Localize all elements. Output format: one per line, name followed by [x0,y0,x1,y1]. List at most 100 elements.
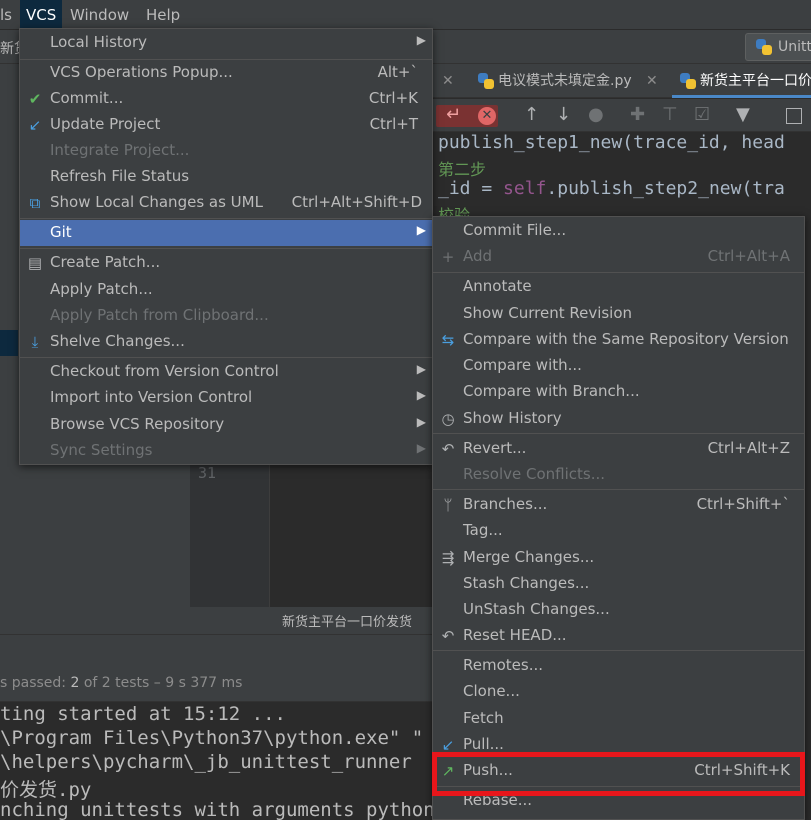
menu-item-show-current-revision[interactable]: Show Current Revision [433,301,804,327]
menu-item-stash-changes[interactable]: Stash Changes... [433,571,804,597]
menu-item-sync-settings[interactable]: Sync Settings ▶ [20,438,432,464]
uml-diagram-icon: ⧉ [29,194,41,212]
code-line: publish_step1_new(trace_id, head [438,132,785,153]
checkbox-icon[interactable] [786,108,802,124]
menu-item-unstash-changes[interactable]: UnStash Changes... [433,597,804,623]
python-file-icon [680,73,696,89]
menu-item-tag[interactable]: Tag... [433,518,804,544]
run-config-selector[interactable]: Unitt [745,33,811,61]
checklist-icon[interactable]: ☑ [694,103,710,127]
lock-icon[interactable]: ● [588,103,604,127]
menu-item-add[interactable]: + Add Ctrl+Alt+A [433,244,804,270]
menubar-item-vcs[interactable]: VCS [20,0,63,30]
run-tool-header [0,634,432,666]
console-line: 价发货.py [0,779,92,801]
submenu-arrow-icon: ▶ [416,415,426,429]
arrow-up-icon[interactable]: ↑ [524,103,539,127]
close-icon[interactable]: ✕ [442,64,454,98]
menu-item-commit-file[interactable]: Commit File... [433,218,804,244]
git-submenu: Commit File... + Add Ctrl+Alt+A Annotate S… [432,216,805,820]
menu-item-fetch[interactable]: Fetch [433,706,804,732]
update-arrow-icon: ↙ [28,116,42,134]
menu-item-show-local-changes-uml[interactable]: ⧉ Show Local Changes as UML Ctrl+Alt+Shift… [20,190,432,216]
code-comment: 第二步 [438,160,487,179]
test-status-text: s passed: 2 of 2 tests – 9 s 377 ms [0,675,243,691]
menu-item-annotate[interactable]: Annotate [433,274,804,300]
menu-item-apply-patch[interactable]: Apply Patch... [20,277,432,303]
submenu-arrow-icon: ▶ [416,388,426,402]
submenu-arrow-icon: ▶ [416,441,426,455]
menu-item-browse-vcs-repository[interactable]: Browse VCS Repository ▶ [20,412,432,438]
tab-file-1[interactable]: 电议模式未填定金.py [498,64,632,98]
submenu-arrow-icon: ▶ [416,33,426,47]
console-line: \helpers\pycharm\_jb_unittest_runner [0,751,412,773]
undo-icon[interactable]: ↵ [446,103,461,127]
shelve-icon: ⤓ [31,333,39,351]
close-icon[interactable]: ✕ [646,64,658,98]
editor-bottom-tab[interactable]: 新货主平台一口价发货 [190,607,432,634]
test-status-bar: s passed: 2 of 2 tests – 9 s 377 ms [0,666,432,702]
console-line: \Program Files\Python37\python.exe" " [0,727,424,749]
menu-item-update-project[interactable]: ↙ Update Project Ctrl+T [20,112,432,138]
menu-item-resolve-conflicts[interactable]: Resolve Conflicts... [433,462,804,488]
menu-item-local-history[interactable]: Local History ▶ [20,30,432,56]
menu-item-merge-changes[interactable]: ⇶ Merge Changes... [433,545,804,571]
submenu-arrow-icon: ▶ [416,362,426,376]
menu-item-refresh-file-status[interactable]: Refresh File Status [20,164,432,190]
reset-icon: ↶ [441,627,455,645]
editor-edge [805,222,811,820]
editor-tabs: ✕ 电议模式未填定金.py ✕ 新货主平台一口价 [432,64,811,98]
menubar-item-window[interactable]: Window [64,0,135,30]
filter-icon[interactable]: ▼ [736,103,750,127]
arrow-down-icon[interactable]: ↓ [556,103,571,127]
menu-item-checkout-from-vc[interactable]: Checkout from Version Control ▶ [20,359,432,385]
menu-item-import-into-vc[interactable]: Import into Version Control ▶ [20,385,432,411]
active-tab-indicator [672,95,811,98]
python-icon [756,39,772,55]
menu-item-branches[interactable]: ᛘ Branches... Ctrl+Shift+` [433,492,804,518]
menu-item-git[interactable]: Git ▶ [20,220,432,246]
code-line: _id = self.publish_step2_new(tra [438,178,785,199]
submenu-arrow-icon: ▶ [416,223,426,237]
code-editor[interactable]: publish_step1_new(trace_id, head 第二步 _id… [432,132,811,225]
editor-gutter: 31 [190,462,270,607]
check-icon: ✔ [28,90,42,108]
project-panel [0,462,190,634]
vcs-menu: Local History ▶ VCS Operations Popup... Al… [19,28,433,465]
menubar-item-tools[interactable]: ls [0,0,18,30]
menu-item-create-patch[interactable]: ▤ Create Patch... [20,250,432,276]
branch-icon: ᛘ [443,496,453,514]
menu-bar: ls VCS Window Help [0,0,811,30]
menu-item-clone[interactable]: Clone... [433,679,804,705]
menu-item-compare-with[interactable]: Compare with... [433,353,804,379]
run-console[interactable]: ting started at 15:12 ... \Program Files… [0,702,435,820]
push-highlight-box [432,752,805,796]
menu-item-compare-with-branch[interactable]: Compare with Branch... [433,379,804,405]
close-circle-icon[interactable]: ✕ [478,107,496,125]
editor-body[interactable] [270,462,432,607]
revert-icon: ↶ [441,440,455,458]
menu-item-shelve-changes[interactable]: ⤓ Shelve Changes... [20,329,432,355]
menu-item-commit[interactable]: ✔ Commit... Ctrl+K [20,86,432,112]
tree-icon[interactable]: ⊤ [662,103,678,127]
menu-item-integrate-project[interactable]: Integrate Project... [20,138,432,164]
diff-toolbar: ↵ ✕ ↑ ↓ ● ✚ ⊤ ☑ ▼ [432,99,811,132]
menu-item-vcs-operations-popup[interactable]: VCS Operations Popup... Alt+` [20,60,432,86]
run-config-label: Unitt [778,39,811,55]
add-test-icon[interactable]: ✚ [630,103,645,127]
merge-icon: ⇶ [441,549,455,567]
menubar-item-help[interactable]: Help [140,0,186,30]
menu-item-compare-same-repo[interactable]: ⇆ Compare with the Same Repository Versio… [433,327,804,353]
plus-icon: + [441,248,455,266]
line-number: 31 [198,464,217,482]
menu-item-reset-head[interactable]: ↶ Reset HEAD... [433,623,804,649]
tab-file-2[interactable]: 新货主平台一口价 [700,64,811,98]
menu-item-apply-patch-clipboard[interactable]: Apply Patch from Clipboard... [20,303,432,329]
project-tree-selection[interactable] [0,330,18,356]
clock-icon: ◷ [441,410,455,428]
menu-item-remotes[interactable]: Remotes... [433,653,804,679]
menu-item-revert[interactable]: ↶ Revert... Ctrl+Alt+Z [433,436,804,462]
patch-icon: ▤ [27,254,43,272]
menu-item-show-history[interactable]: ◷ Show History [433,406,804,432]
console-line: ting started at 15:12 ... [0,703,286,725]
